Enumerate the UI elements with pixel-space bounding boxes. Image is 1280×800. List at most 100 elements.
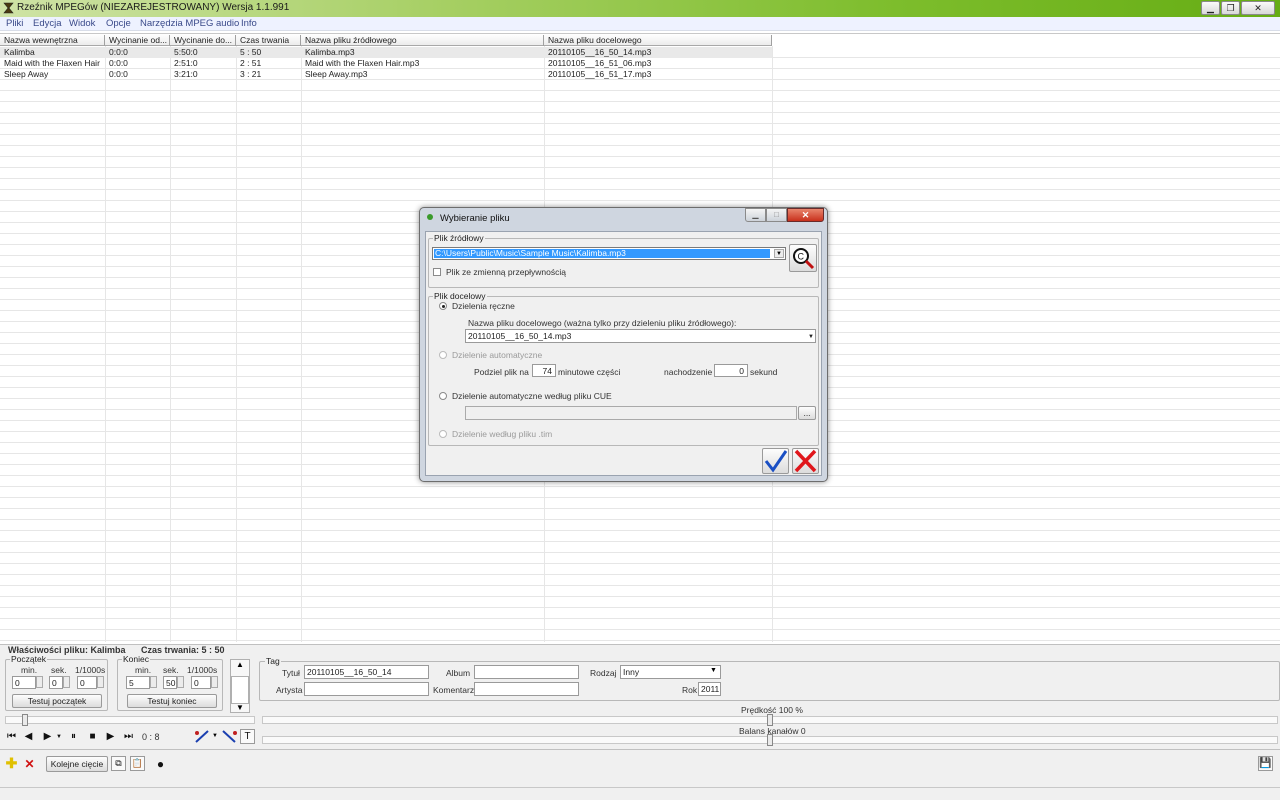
- close-button[interactable]: ✕: [1241, 1, 1275, 15]
- col-header-internal-name[interactable]: Nazwa wewnętrzna: [0, 35, 105, 46]
- next-cut-button[interactable]: Kolejne cięcie: [46, 756, 108, 772]
- vertical-stepper[interactable]: ▲ ▼: [230, 659, 250, 713]
- comment-input[interactable]: [474, 682, 579, 696]
- start-min-input[interactable]: 0: [12, 676, 36, 689]
- minimize-button[interactable]: ▁: [1201, 1, 1220, 15]
- text-icon: T: [244, 731, 251, 742]
- play-menu-button[interactable]: ▼: [55, 729, 63, 744]
- start-sec-spinner[interactable]: [63, 676, 70, 688]
- title-input[interactable]: 20110105__16_50_14: [304, 665, 429, 679]
- dest-name-value: 20110105__16_50_14.mp3: [468, 331, 572, 341]
- col-header-cut-to[interactable]: Wycinanie do...: [170, 35, 236, 46]
- grid-row-line: [0, 629, 1280, 630]
- position-slider-thumb[interactable]: [22, 714, 28, 726]
- source-path-combo[interactable]: C:\Users\Public\Music\Sample Music\Kalim…: [432, 247, 786, 260]
- toolbar-divider: [0, 749, 1280, 750]
- position-slider[interactable]: [5, 716, 255, 724]
- col-header-duration[interactable]: Czas trwania: [236, 35, 301, 46]
- stop-button[interactable]: ■: [85, 729, 100, 744]
- album-label: Album: [446, 668, 471, 678]
- maximize-button[interactable]: ❐: [1221, 1, 1240, 15]
- album-input[interactable]: [474, 665, 579, 679]
- fade-in-icon[interactable]: [194, 729, 212, 744]
- dialog-maximize-button[interactable]: □: [766, 208, 787, 222]
- text-tool-button[interactable]: T: [240, 729, 255, 744]
- save-button[interactable]: 💾: [1258, 756, 1273, 771]
- auto-split-radio[interactable]: [439, 351, 447, 359]
- end-min-spinner[interactable]: [150, 676, 157, 688]
- browse-source-button[interactable]: C: [789, 244, 817, 272]
- record-button[interactable]: ●: [153, 756, 168, 771]
- table-cell: Kalimba.mp3: [305, 47, 355, 57]
- start-ms-input[interactable]: 0: [77, 676, 97, 689]
- menu-pliki[interactable]: Pliki: [6, 18, 23, 29]
- end-sec-input[interactable]: 50: [163, 676, 177, 689]
- prev-button[interactable]: ◀: [21, 729, 36, 744]
- dialog-close-button[interactable]: ✕: [787, 208, 824, 222]
- fade-dropdown-icon[interactable]: ▼: [212, 733, 218, 739]
- cancel-button[interactable]: [792, 448, 819, 474]
- manual-split-radio[interactable]: [439, 302, 447, 310]
- grid-row-line: [0, 134, 1280, 135]
- grid-row-line: [0, 200, 1280, 201]
- start-sec-input[interactable]: 0: [49, 676, 63, 689]
- balance-slider-thumb[interactable]: [767, 734, 773, 746]
- overlap-input[interactable]: 0: [714, 364, 748, 377]
- cue-path-input[interactable]: [465, 406, 797, 420]
- year-input[interactable]: 2011: [698, 682, 721, 696]
- remove-button[interactable]: ✕: [22, 756, 37, 771]
- start-ms-spinner[interactable]: [97, 676, 104, 688]
- status-bar: [0, 787, 1280, 800]
- end-min-input[interactable]: 5: [126, 676, 150, 689]
- grid-col-line: [105, 46, 106, 642]
- genre-select[interactable]: Inny: [620, 665, 721, 679]
- menu-edycja[interactable]: Edycja: [33, 18, 62, 29]
- position-readout: 0 : 8: [142, 732, 160, 742]
- fade-out-icon[interactable]: [221, 729, 239, 744]
- vbr-checkbox[interactable]: [433, 268, 441, 276]
- dialog-minimize-button[interactable]: ▁: [745, 208, 766, 222]
- fast-forward-button[interactable]: ⏭: [121, 729, 136, 744]
- split-minutes-input[interactable]: 74: [532, 364, 556, 377]
- cue-split-radio[interactable]: [439, 392, 447, 400]
- chevron-down-icon: ▼: [710, 667, 717, 674]
- maximize-icon: ❐: [1226, 2, 1235, 13]
- menu-narzedzia[interactable]: Narzędzia MPEG audio: [140, 18, 239, 29]
- tim-split-label: Dzielenie według pliku .tim: [452, 429, 553, 439]
- rewind-button[interactable]: ⏮: [4, 729, 19, 744]
- col-header-cut-from[interactable]: Wycinanie od...: [105, 35, 170, 46]
- menu-opcje[interactable]: Opcje: [106, 18, 131, 29]
- table-row[interactable]: Kalimba 0:0:0 5:50:0 5 : 50 Kalimba.mp3 20110…: [0, 47, 772, 58]
- end-ms-spinner[interactable]: [211, 676, 218, 688]
- end-ms-input[interactable]: 0: [191, 676, 211, 689]
- artist-input[interactable]: [304, 682, 429, 696]
- start-min-spinner[interactable]: [36, 676, 43, 688]
- ok-button[interactable]: [762, 448, 789, 474]
- dest-name-combo[interactable]: 20110105__16_50_14.mp3 ▼: [465, 329, 816, 343]
- tim-split-radio[interactable]: [439, 430, 447, 438]
- end-sec-spinner[interactable]: [177, 676, 184, 688]
- test-start-button[interactable]: Testuj początek: [12, 694, 102, 708]
- col-header-dest-file[interactable]: Nazwa pliku docelowego: [544, 35, 772, 46]
- cue-browse-button[interactable]: ...: [798, 406, 816, 420]
- add-button[interactable]: ✚: [4, 755, 19, 771]
- speed-slider-thumb[interactable]: [767, 714, 773, 726]
- test-end-button[interactable]: Testuj koniec: [127, 694, 217, 708]
- auto-split-label: Dzielenie automatyczne: [452, 350, 543, 360]
- artist-label: Artysta: [276, 685, 303, 695]
- paste-button[interactable]: 📋: [130, 756, 145, 771]
- col-header-source-file[interactable]: Nazwa pliku źródłowego: [301, 35, 544, 46]
- menu-info[interactable]: Info: [241, 18, 257, 29]
- next-button[interactable]: ▶: [103, 729, 118, 744]
- play-button[interactable]: ▶: [40, 729, 55, 744]
- grid-row-line: [0, 508, 1280, 509]
- menu-widok[interactable]: Widok: [69, 18, 95, 29]
- table-row[interactable]: Maid with the Flaxen Hair 0:0:0 2:51:0 2 : …: [0, 58, 772, 69]
- end-min-label: min.: [135, 665, 152, 675]
- grid-row-line: [0, 101, 1280, 102]
- dialog-title: Wybieranie pliku: [440, 213, 510, 224]
- copy-button[interactable]: ⧉: [111, 756, 126, 771]
- table-row[interactable]: Sleep Away 0:0:0 3:21:0 3 : 21 Sleep Away.mp…: [0, 69, 772, 80]
- split-unit-label: minutowe części: [558, 367, 621, 377]
- pause-button[interactable]: ⏸: [66, 729, 81, 744]
